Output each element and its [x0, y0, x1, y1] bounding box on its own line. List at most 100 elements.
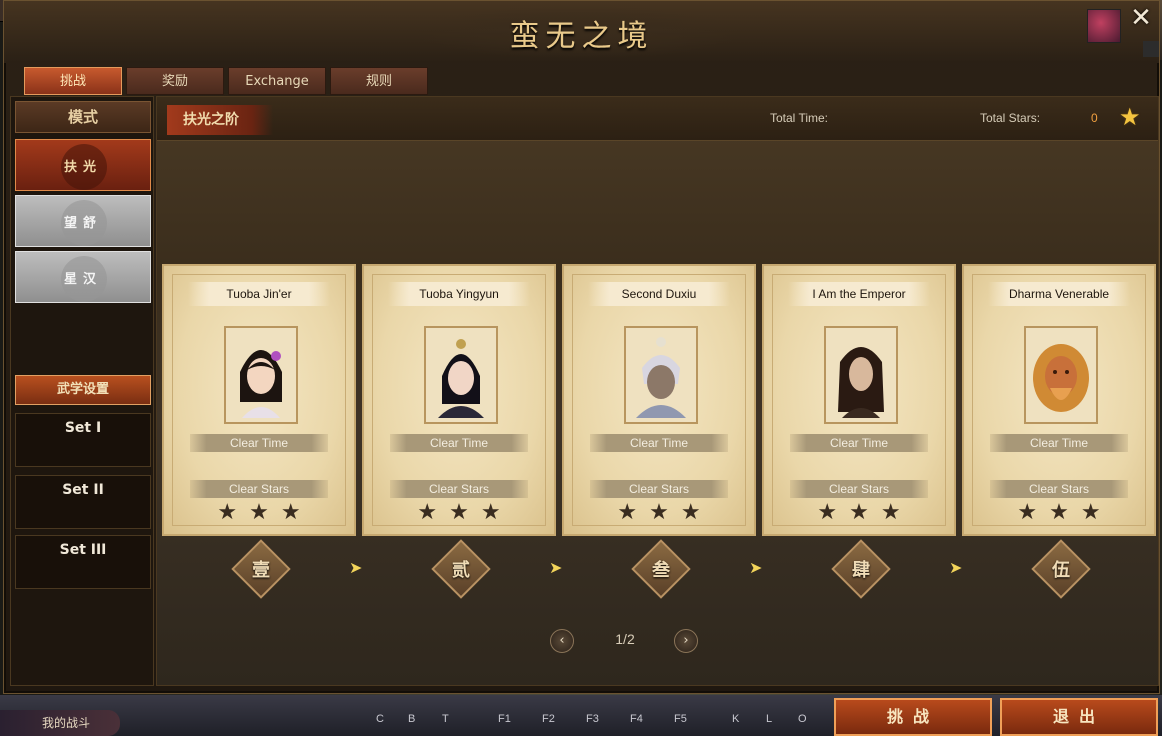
challenge-window: 蛮无之境 ✕ 挑战 奖励 Exchange 规则 模式 扶光 望舒 星汉 武学设… — [3, 0, 1160, 694]
star-icon: ★ — [1049, 500, 1081, 525]
stage-progression: 壹 ➤ 贰 ➤ 叁 ➤ 肆 ➤ 伍 — [157, 539, 1160, 612]
boss-card[interactable]: Dharma Venerable Clear Time Clear Stars … — [962, 264, 1156, 536]
set-slot-1[interactable]: Set I — [15, 413, 151, 467]
set-label: Set II — [62, 482, 104, 498]
clear-stars-label: Clear Stars — [390, 480, 528, 498]
stage-name: 扶光之阶 — [167, 105, 273, 135]
star-icon: ★ — [680, 500, 713, 525]
star-rating: ★★★ — [764, 500, 954, 525]
total-stars-label: Total Stars: — [980, 111, 1041, 125]
portrait-frame — [224, 326, 298, 424]
arrow-right-icon: ➤ — [749, 558, 763, 577]
my-battle-button[interactable]: 我的战斗 — [0, 710, 120, 736]
boss-name: Second Duxiu — [588, 282, 730, 306]
hotkey-label[interactable]: F2 — [542, 713, 555, 725]
window-title: 蛮无之境 — [509, 19, 654, 54]
boss-card-list: Tuoba Jin'er Clear Time Clear Stars ★★★ — [162, 264, 1158, 536]
stage-label: 壹 — [252, 560, 270, 581]
portrait-frame — [424, 326, 498, 424]
hotkey-label[interactable]: F4 — [630, 713, 643, 725]
martial-settings-button[interactable]: 武学设置 — [15, 375, 151, 405]
female-portrait-icon — [430, 332, 492, 418]
mode-button-wangshu[interactable]: 望舒 — [15, 195, 151, 247]
minimap-toggle-icon[interactable] — [1143, 41, 1159, 57]
mode-header: 模式 — [15, 101, 151, 133]
star-icon: ★ — [480, 500, 513, 525]
star-rating: ★★★ — [564, 500, 754, 525]
star-icon: ★ — [880, 500, 913, 525]
star-icon: ★ — [817, 500, 850, 525]
tab-bar: 挑战 奖励 Exchange 规则 — [24, 67, 428, 95]
mode-label: 望舒 — [63, 216, 102, 231]
star-rating: ★★★ — [164, 500, 354, 525]
boss-name: Dharma Venerable — [988, 282, 1130, 306]
stage-label: 贰 — [452, 560, 470, 581]
star-icon: ★ — [1080, 500, 1113, 525]
mode-button-fuguang[interactable]: 扶光 — [15, 139, 151, 191]
stage-label: 肆 — [852, 560, 870, 581]
star-icon: ★ — [217, 500, 250, 525]
stage-content: 扶光之阶 Total Time: Total Stars: 0 ★ Tuoba … — [156, 96, 1159, 686]
star-icon: ★ — [649, 500, 681, 525]
hotkey-label[interactable]: O — [798, 713, 807, 725]
stage-label: 叁 — [652, 560, 670, 581]
star-icon: ★ — [417, 500, 450, 525]
clear-time-label: Clear Time — [790, 434, 928, 452]
portrait-frame — [1024, 326, 1098, 424]
tab-exchange[interactable]: Exchange — [228, 67, 326, 95]
mode-label: 星汉 — [63, 272, 102, 287]
clear-stars-label: Clear Stars — [790, 480, 928, 498]
arrow-right-icon: ➤ — [949, 558, 963, 577]
boss-card[interactable]: I Am the Emperor Clear Time Clear Stars … — [762, 264, 956, 536]
hotkey-label[interactable]: F5 — [674, 713, 687, 725]
set-label: Set I — [64, 420, 102, 436]
mode-label: 扶光 — [63, 160, 102, 175]
hotkey-row: C B T F1 F2 F3 F4 F5 K L O — [370, 713, 830, 729]
star-icon: ★ — [849, 500, 881, 525]
close-icon[interactable]: ✕ — [1127, 5, 1155, 33]
male-portrait-icon — [830, 332, 892, 418]
tab-rewards[interactable]: 奖励 — [126, 67, 224, 95]
boss-card[interactable]: Second Duxiu Clear Time Clear Stars ★★★ — [562, 264, 756, 536]
arrow-right-icon: ➤ — [549, 558, 563, 577]
boss-name: Tuoba Jin'er — [188, 282, 330, 306]
set-slot-3[interactable]: Set III — [15, 535, 151, 589]
lion-portrait-icon — [1030, 332, 1092, 418]
clear-stars-label: Clear Stars — [990, 480, 1128, 498]
star-icon: ★ — [1119, 103, 1141, 131]
mode-button-xinghan[interactable]: 星汉 — [15, 251, 151, 303]
exit-button[interactable]: 退出 — [1000, 698, 1158, 736]
portrait-frame — [624, 326, 698, 424]
star-icon: ★ — [1017, 500, 1050, 525]
hotkey-label[interactable]: K — [732, 713, 739, 725]
challenge-button[interactable]: 挑战 — [834, 698, 992, 736]
total-time-label: Total Time: — [770, 111, 829, 125]
mode-sidebar: 模式 扶光 望舒 星汉 武学设置 Set I Set II Set III — [10, 96, 154, 686]
clear-time-label: Clear Time — [990, 434, 1128, 452]
stage-label: 伍 — [1052, 560, 1070, 581]
star-rating: ★★★ — [364, 500, 554, 525]
item-slot-icon[interactable] — [1087, 9, 1121, 43]
tab-rules[interactable]: 规则 — [330, 67, 428, 95]
hotkey-label[interactable]: C — [376, 713, 384, 725]
hotkey-label[interactable]: L — [766, 713, 772, 725]
clear-stars-label: Clear Stars — [190, 480, 328, 498]
star-icon: ★ — [249, 500, 281, 525]
boss-name: Tuoba Yingyun — [388, 282, 530, 306]
male-portrait-icon — [630, 332, 692, 418]
hotkey-label[interactable]: T — [442, 713, 449, 725]
portrait-frame — [824, 326, 898, 424]
total-stars-value: 0 — [1091, 111, 1098, 125]
boss-card[interactable]: Tuoba Yingyun Clear Time Clear Stars ★★★ — [362, 264, 556, 536]
hotkey-label[interactable]: F3 — [586, 713, 599, 725]
next-page-icon[interactable]: › — [674, 629, 698, 653]
boss-card[interactable]: Tuoba Jin'er Clear Time Clear Stars ★★★ — [162, 264, 356, 536]
hotkey-label[interactable]: F1 — [498, 713, 511, 725]
clear-time-label: Clear Time — [590, 434, 728, 452]
clear-time-label: Clear Time — [390, 434, 528, 452]
hotkey-label[interactable]: B — [408, 713, 415, 725]
tab-challenge[interactable]: 挑战 — [24, 67, 122, 95]
star-icon: ★ — [280, 500, 313, 525]
female-portrait-icon — [230, 332, 292, 418]
set-slot-2[interactable]: Set II — [15, 475, 151, 529]
